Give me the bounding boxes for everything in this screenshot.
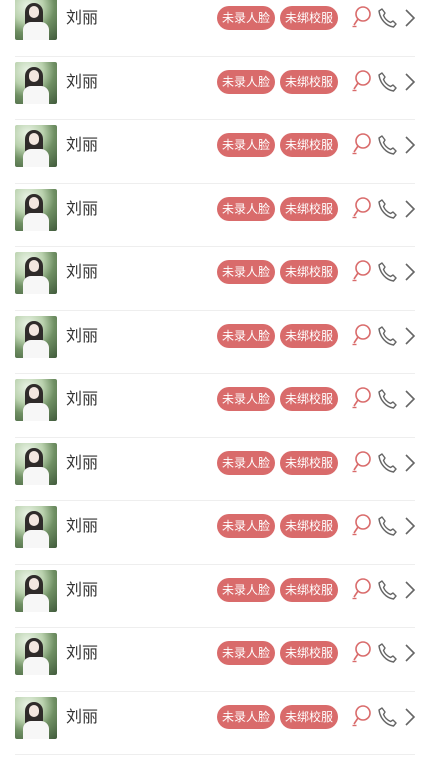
- uniform-not-bound-badge: 未绑校服: [280, 323, 338, 348]
- student-name: 刘丽: [66, 643, 99, 662]
- avatar[interactable]: [15, 0, 57, 40]
- chevron-right-icon[interactable]: [401, 451, 419, 477]
- chevron-right-icon[interactable]: [401, 197, 419, 223]
- student-row[interactable]: 刘丽 未录人脸 未绑校服: [0, 374, 430, 438]
- face-not-enrolled-badge: 未录人脸: [217, 641, 275, 665]
- student-row[interactable]: 刘丽 未录人脸 未绑校服: [0, 438, 430, 501]
- face-not-enrolled-badge: 未录人脸: [217, 323, 275, 348]
- location-search-icon[interactable]: [351, 704, 373, 730]
- location-search-icon[interactable]: [351, 69, 373, 95]
- student-row[interactable]: 刘丽 未录人脸 未绑校服: [0, 184, 430, 247]
- avatar[interactable]: [15, 633, 57, 675]
- face-not-enrolled-badge: 未录人脸: [217, 387, 275, 411]
- chevron-right-icon[interactable]: [401, 641, 419, 667]
- location-search-icon[interactable]: [351, 5, 373, 31]
- location-search-icon[interactable]: [351, 640, 373, 666]
- face-not-enrolled-badge: 未录人脸: [217, 196, 275, 221]
- uniform-not-bound-badge: 未绑校服: [280, 450, 338, 475]
- avatar[interactable]: [15, 252, 57, 294]
- phone-icon[interactable]: [376, 70, 398, 96]
- phone-icon[interactable]: [376, 578, 398, 604]
- student-row[interactable]: 刘丽 未录人脸 未绑校服: [0, 57, 430, 120]
- phone-icon[interactable]: [376, 641, 398, 667]
- uniform-not-bound-badge: 未绑校服: [280, 704, 338, 729]
- uniform-not-bound-badge: 未绑校服: [280, 260, 338, 284]
- student-name: 刘丽: [66, 262, 99, 281]
- student-name: 刘丽: [66, 579, 99, 599]
- student-name: 刘丽: [66, 8, 99, 27]
- location-search-icon[interactable]: [351, 450, 373, 476]
- phone-icon[interactable]: [376, 451, 398, 477]
- face-not-enrolled-badge: 未录人脸: [217, 6, 275, 30]
- chevron-right-icon[interactable]: [401, 6, 419, 32]
- location-search-icon[interactable]: [351, 196, 373, 222]
- phone-icon[interactable]: [376, 197, 398, 223]
- chevron-right-icon[interactable]: [401, 70, 419, 96]
- student-name: 刘丽: [66, 706, 99, 726]
- avatar[interactable]: [15, 696, 57, 739]
- avatar[interactable]: [15, 61, 57, 104]
- phone-icon[interactable]: [376, 514, 398, 540]
- phone-icon[interactable]: [376, 133, 398, 159]
- student-name: 刘丽: [66, 516, 99, 535]
- avatar[interactable]: [15, 125, 57, 167]
- phone-icon[interactable]: [376, 260, 398, 286]
- face-not-enrolled-badge: 未录人脸: [217, 704, 275, 729]
- phone-icon[interactable]: [376, 387, 398, 413]
- chevron-right-icon[interactable]: [401, 387, 419, 413]
- face-not-enrolled-badge: 未录人脸: [217, 69, 275, 94]
- location-search-icon[interactable]: [351, 386, 373, 412]
- student-list: 刘丽 未录人脸 未绑校服 刘丽 未录人脸 未绑校服 刘丽 未录人脸 未绑校服 刘…: [0, 0, 430, 755]
- student-name: 刘丽: [66, 325, 99, 345]
- location-search-icon[interactable]: [351, 323, 373, 349]
- student-row[interactable]: 刘丽 未录人脸 未绑校服: [0, 120, 430, 184]
- chevron-right-icon[interactable]: [401, 514, 419, 540]
- student-row[interactable]: 刘丽 未录人脸 未绑校服: [0, 628, 430, 692]
- avatar[interactable]: [15, 379, 57, 421]
- chevron-right-icon[interactable]: [401, 260, 419, 286]
- student-row[interactable]: 刘丽 未录人脸 未绑校服: [0, 692, 430, 755]
- uniform-not-bound-badge: 未绑校服: [280, 69, 338, 94]
- student-row[interactable]: 刘丽 未录人脸 未绑校服: [0, 0, 430, 57]
- uniform-not-bound-badge: 未绑校服: [280, 577, 338, 602]
- student-row[interactable]: 刘丽 未录人脸 未绑校服: [0, 565, 430, 628]
- uniform-not-bound-badge: 未绑校服: [280, 6, 338, 30]
- student-row[interactable]: 刘丽 未录人脸 未绑校服: [0, 501, 430, 565]
- uniform-not-bound-badge: 未绑校服: [280, 641, 338, 665]
- phone-icon[interactable]: [376, 705, 398, 731]
- avatar[interactable]: [15, 569, 57, 612]
- face-not-enrolled-badge: 未录人脸: [217, 514, 275, 538]
- chevron-right-icon[interactable]: [401, 705, 419, 731]
- uniform-not-bound-badge: 未绑校服: [280, 387, 338, 411]
- location-search-icon[interactable]: [351, 259, 373, 285]
- chevron-right-icon[interactable]: [401, 133, 419, 159]
- row-divider: [15, 754, 415, 755]
- phone-icon[interactable]: [376, 324, 398, 350]
- avatar[interactable]: [15, 506, 57, 548]
- phone-icon[interactable]: [376, 6, 398, 32]
- face-not-enrolled-badge: 未录人脸: [217, 260, 275, 284]
- face-not-enrolled-badge: 未录人脸: [217, 577, 275, 602]
- face-not-enrolled-badge: 未录人脸: [217, 133, 275, 157]
- uniform-not-bound-badge: 未绑校服: [280, 514, 338, 538]
- uniform-not-bound-badge: 未绑校服: [280, 133, 338, 157]
- chevron-right-icon[interactable]: [401, 578, 419, 604]
- uniform-not-bound-badge: 未绑校服: [280, 196, 338, 221]
- face-not-enrolled-badge: 未录人脸: [217, 450, 275, 475]
- student-name: 刘丽: [66, 71, 99, 91]
- student-row[interactable]: 刘丽 未录人脸 未绑校服: [0, 311, 430, 374]
- avatar[interactable]: [15, 315, 57, 358]
- avatar[interactable]: [15, 188, 57, 231]
- location-search-icon[interactable]: [351, 132, 373, 158]
- student-row[interactable]: 刘丽 未录人脸 未绑校服: [0, 247, 430, 311]
- student-name: 刘丽: [66, 389, 99, 408]
- avatar[interactable]: [15, 442, 57, 485]
- chevron-right-icon[interactable]: [401, 324, 419, 350]
- student-name: 刘丽: [66, 452, 99, 472]
- student-name: 刘丽: [66, 198, 99, 218]
- location-search-icon[interactable]: [351, 513, 373, 539]
- student-name: 刘丽: [66, 135, 99, 154]
- location-search-icon[interactable]: [351, 577, 373, 603]
